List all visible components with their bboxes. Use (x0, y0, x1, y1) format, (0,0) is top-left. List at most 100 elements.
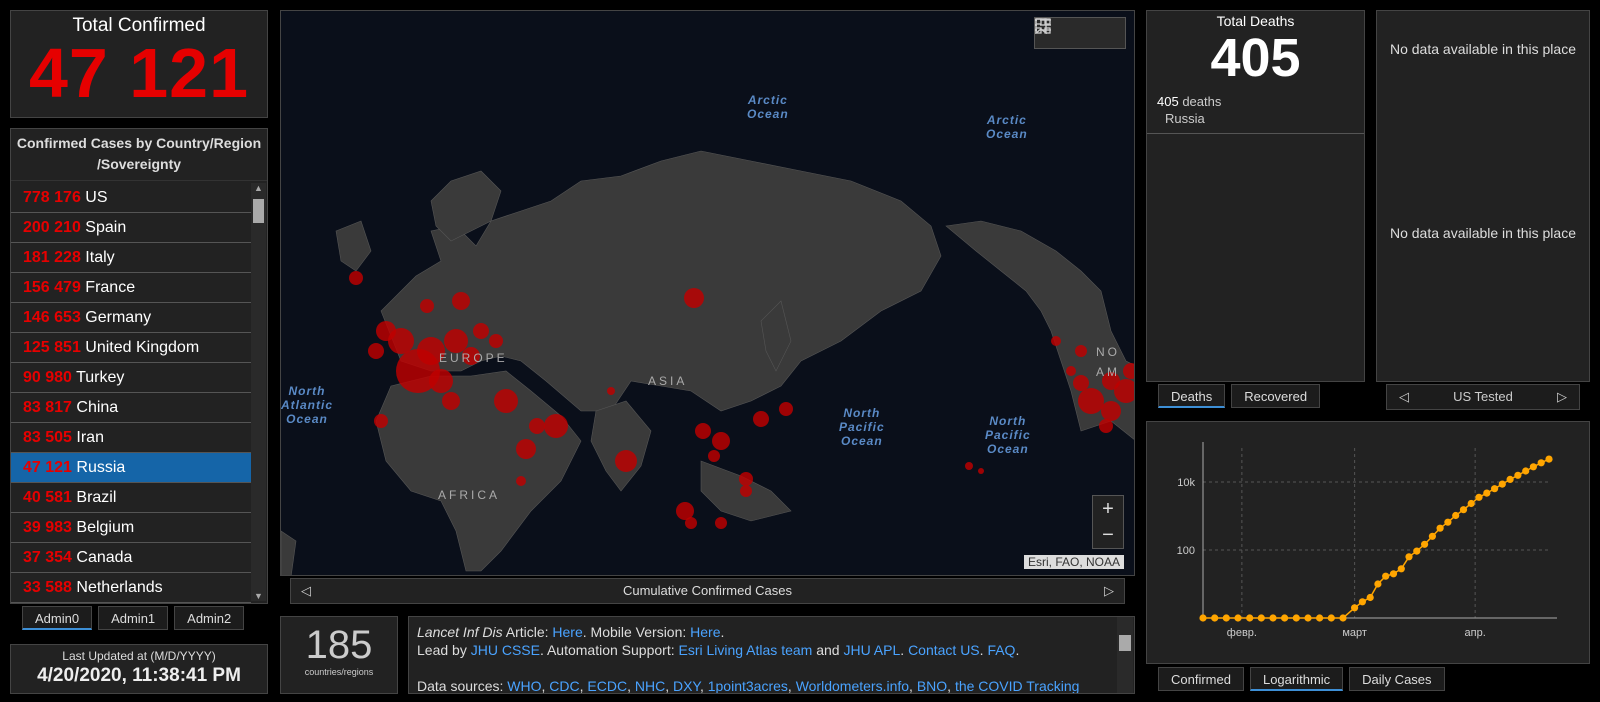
mobile-version-link[interactable]: Here (690, 624, 720, 640)
data-point (1358, 598, 1366, 606)
list-item-count: 33 588 (23, 579, 72, 596)
tab-logarithmic[interactable]: Logarithmic (1249, 667, 1344, 691)
chevron-left-icon[interactable]: ◁ (1399, 385, 1409, 409)
jhu-apl-link[interactable]: JHU APL (843, 642, 900, 658)
tab-admin0[interactable]: Admin0 (22, 606, 93, 630)
list-item-count: 83 817 (23, 399, 72, 416)
contact-us-link[interactable]: Contact US (908, 642, 980, 658)
deaths-tabs: Deaths Recovered (1158, 384, 1321, 408)
us-tested-label: US Tested (1453, 389, 1513, 404)
data-point (1506, 475, 1514, 483)
list-item[interactable]: 181 228 Italy (11, 243, 251, 273)
esri-living-atlas-link[interactable]: Esri Living Atlas team (678, 642, 812, 658)
source-link-covid-tracking[interactable]: the COVID Tracking (955, 678, 1080, 693)
scrollbar-thumb[interactable] (253, 199, 264, 223)
data-point (1529, 463, 1537, 471)
region-label-europe: EUROPE (439, 351, 508, 365)
list-item-name: United Kingdom (85, 339, 200, 356)
scroll-up-icon[interactable]: ▲ (251, 183, 266, 193)
list-item[interactable]: 146 653 Germany (11, 303, 251, 333)
data-point (1292, 614, 1300, 622)
data-point (1483, 489, 1491, 497)
y-tick-label: 10k (1177, 477, 1195, 489)
source-link-who[interactable]: WHO (507, 678, 541, 693)
map-canvas (281, 150, 1134, 575)
list-item[interactable]: 39 983 Belgium (11, 513, 251, 543)
list-item-count: 146 653 (23, 309, 81, 326)
country-list-panel: Confirmed Cases by Country/Region /Sover… (10, 128, 268, 604)
data-point (1339, 614, 1347, 622)
ocean-label-line: Ocean (841, 434, 883, 448)
country-list-scrollbar[interactable]: ▲ ▼ (251, 183, 266, 601)
info-text: . (720, 624, 725, 640)
list-item[interactable]: 156 479 France (11, 273, 251, 303)
tab-recovered[interactable]: Recovered (1231, 384, 1321, 408)
list-item-name: Belgium (76, 519, 135, 536)
chevron-right-icon[interactable]: ▷ (1557, 385, 1567, 409)
source-link-worldometers[interactable]: Worldometers.info (796, 678, 909, 693)
source-link-1point3acres[interactable]: 1point3acres (708, 678, 788, 693)
chevron-left-icon[interactable]: ◁ (301, 579, 311, 603)
list-item-selected[interactable]: 47 121 Russia (11, 453, 251, 483)
info-text: Article: (502, 624, 553, 640)
ocean-label-line: Pacific (985, 428, 1031, 442)
lancet-label: Lancet Inf Dis (417, 624, 503, 640)
tab-admin1[interactable]: Admin1 (98, 606, 169, 630)
source-link-nhc[interactable]: NHC (635, 678, 665, 693)
list-item[interactable]: 37 354 Canada (11, 543, 251, 573)
data-point (1327, 614, 1335, 622)
list-item-count: 39 983 (23, 519, 72, 536)
basemap-gallery-icon[interactable] (1035, 18, 1125, 48)
ocean-label-north-pacific-2: North Pacific Ocean (985, 414, 1031, 456)
info-text: . Mobile Version: (582, 624, 691, 640)
source-link-ecdc[interactable]: ECDC (587, 678, 627, 693)
list-item[interactable]: 200 210 Spain (11, 213, 251, 243)
data-point (1452, 511, 1460, 520)
list-item[interactable]: 90 980 Turkey (11, 363, 251, 393)
info-text: . (900, 642, 909, 658)
tab-admin2[interactable]: Admin2 (174, 606, 245, 630)
source-link-bno[interactable]: BNO (917, 678, 947, 693)
data-point (1421, 540, 1429, 548)
legend-list-icon[interactable] (1035, 18, 1095, 48)
ocean-label-line: Ocean (987, 442, 1029, 456)
data-point (1444, 518, 1452, 526)
faq-link[interactable]: FAQ (987, 642, 1015, 658)
list-item[interactable]: 778 176 US (11, 183, 251, 213)
list-item[interactable]: 83 817 China (11, 393, 251, 423)
list-item-name: US (85, 189, 108, 206)
data-point (1428, 532, 1436, 540)
zoom-out-button[interactable]: − (1093, 522, 1123, 548)
data-point (1537, 459, 1545, 467)
data-point (1413, 547, 1421, 555)
data-point (1436, 524, 1444, 532)
list-item[interactable]: 125 851 United Kingdom (11, 333, 251, 363)
jhu-csse-link[interactable]: JHU CSSE (471, 642, 540, 658)
deaths-detail-country: Russia (1165, 111, 1205, 126)
zoom-in-button[interactable]: + (1093, 496, 1123, 522)
scrollbar-thumb[interactable] (1119, 635, 1131, 651)
chart-grid (1203, 448, 1549, 618)
country-count-value: 185 (305, 623, 373, 667)
confirmed-chart: 100 10k февр. март апр. (1177, 442, 1557, 639)
source-link-cdc[interactable]: CDC (549, 678, 579, 693)
list-item[interactable]: 40 581 Brazil (11, 483, 251, 513)
data-point (1459, 506, 1468, 514)
source-link-dxy[interactable]: DXY (673, 678, 700, 693)
tab-daily-cases[interactable]: Daily Cases (1349, 667, 1445, 691)
data-point (1222, 614, 1230, 622)
article-link[interactable]: Here (552, 624, 582, 640)
ocean-label-line: Ocean (286, 412, 328, 426)
tab-confirmed[interactable]: Confirmed (1158, 667, 1244, 691)
info-scrollbar[interactable] (1117, 617, 1133, 693)
list-item[interactable]: 33 588 Netherlands (11, 573, 251, 603)
world-map[interactable]: Arctic Ocean Arctic Ocean North Atlantic Oce… (280, 10, 1135, 576)
chevron-right-icon[interactable]: ▷ (1104, 579, 1114, 603)
list-item[interactable]: 83 505 Iran (11, 423, 251, 453)
ocean-label-arctic: Arctic Ocean (747, 93, 789, 121)
last-updated-panel: Last Updated at (M/D/YYYY) 4/20/2020, 11… (10, 644, 268, 694)
list-item-count: 778 176 (23, 189, 81, 206)
tab-deaths[interactable]: Deaths (1158, 384, 1226, 408)
list-item-count: 47 121 (23, 459, 72, 476)
scroll-down-icon[interactable]: ▼ (251, 591, 266, 601)
